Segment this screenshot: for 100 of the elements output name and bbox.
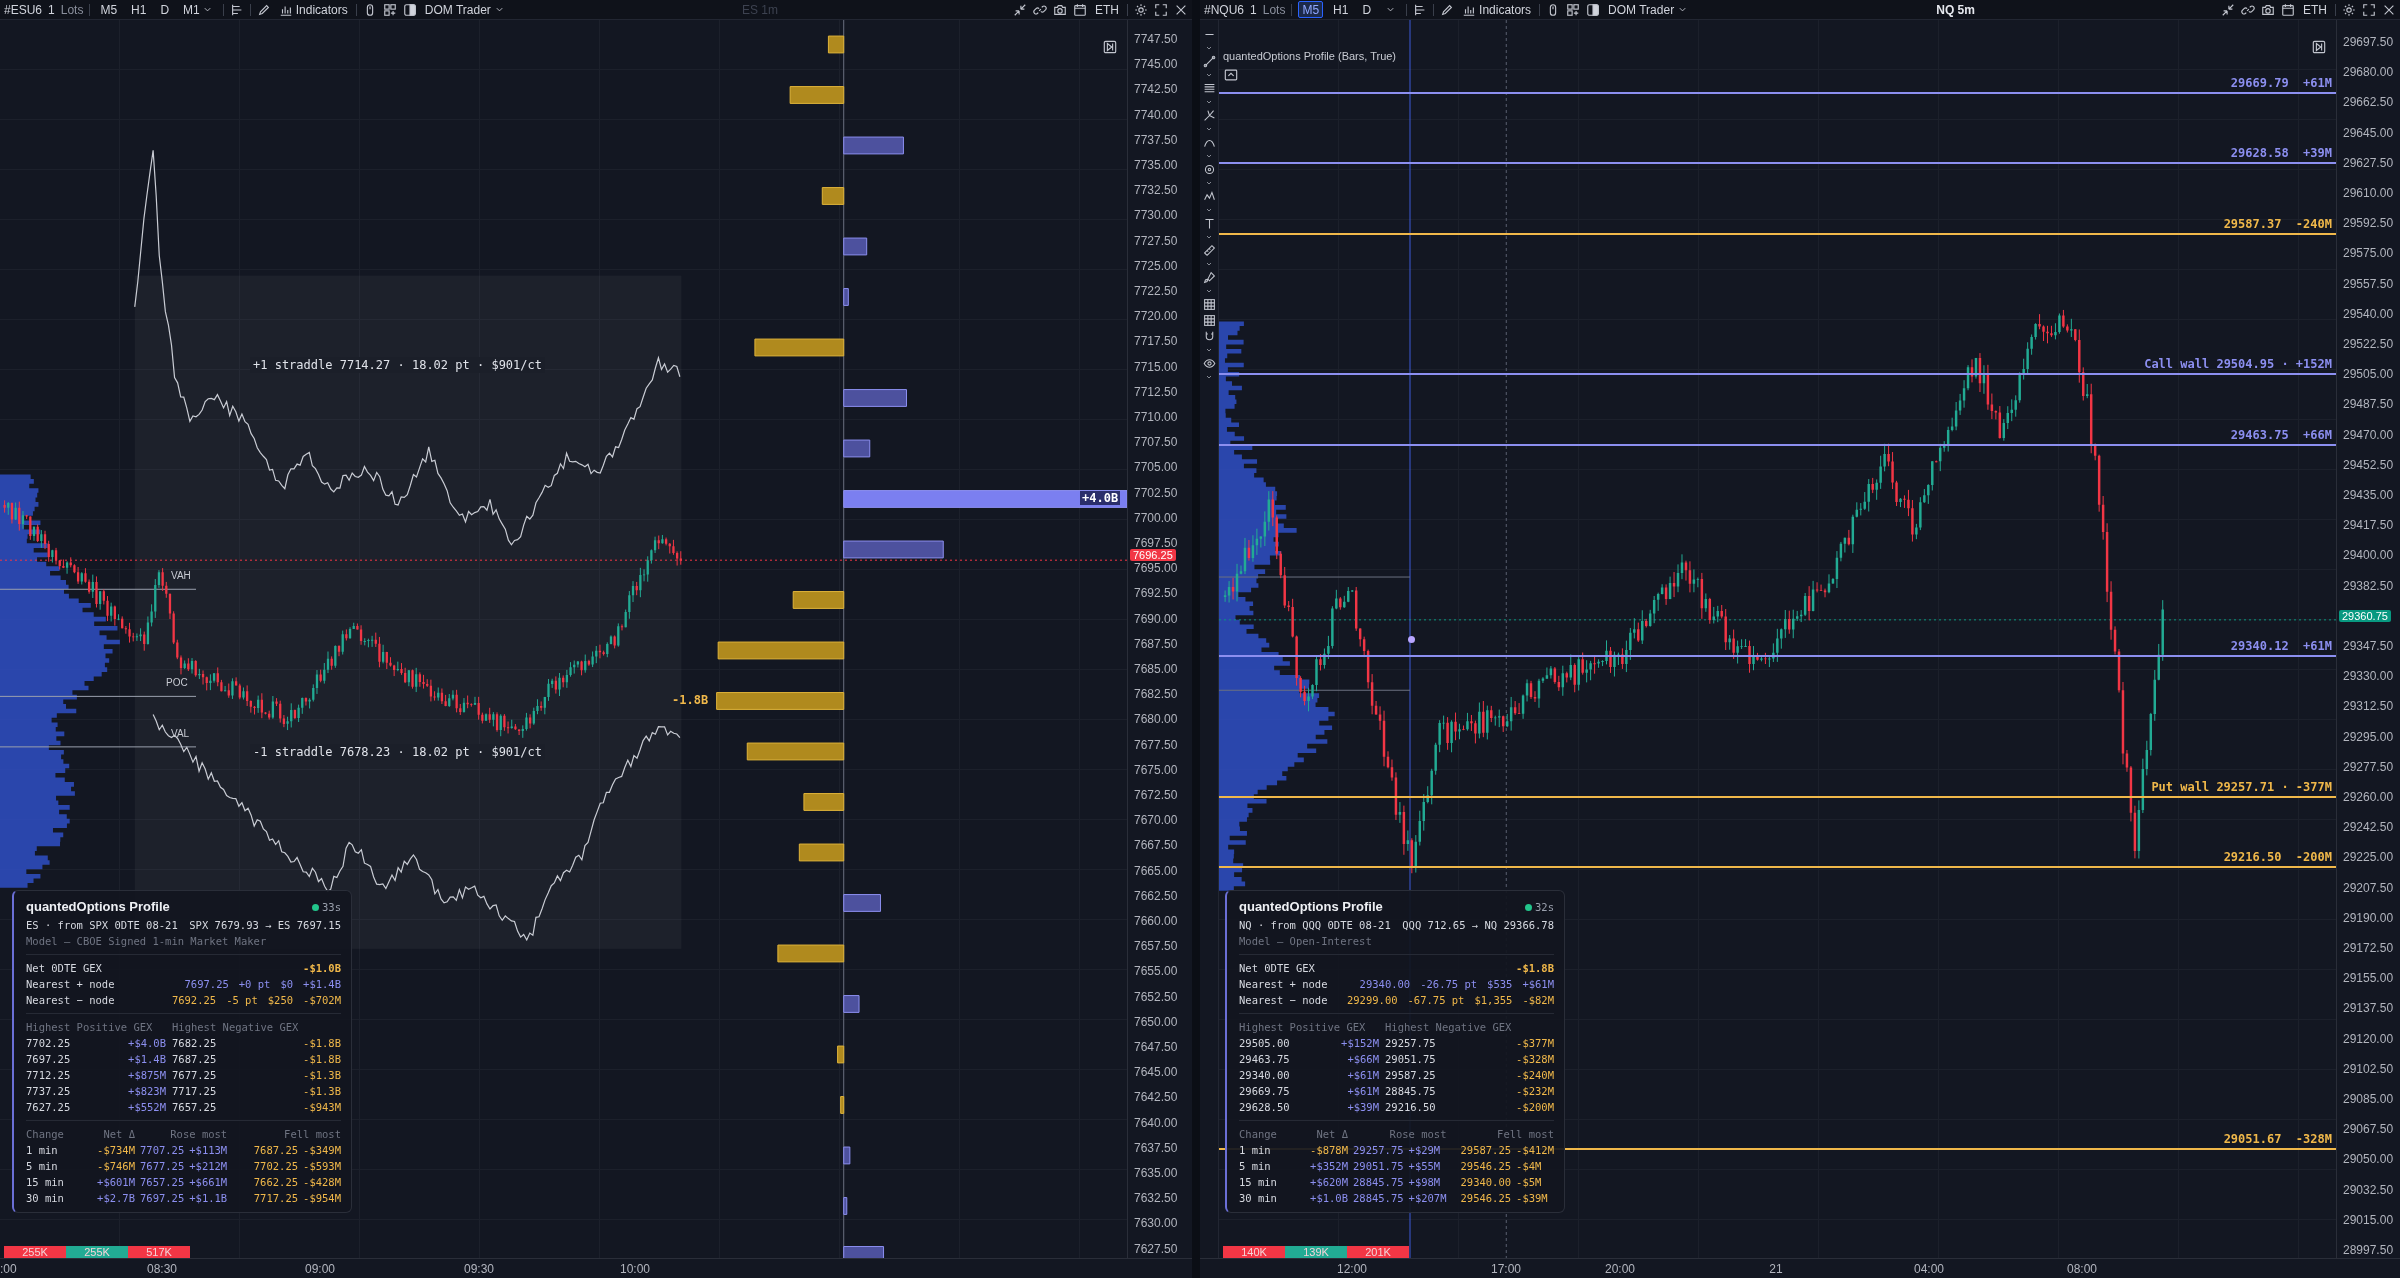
table-cell-text: 7702.25 (252, 1159, 299, 1174)
price-label: 7685.00 (1134, 662, 1178, 676)
eye-icon[interactable] (1202, 357, 1216, 370)
table-cell-text: -$1.3B (302, 1084, 341, 1099)
caret-icon[interactable] (1205, 206, 1213, 214)
table-cell-text: -$878M (1309, 1143, 1348, 1158)
table-cell-text: +$66M (1346, 1052, 1379, 1067)
table-cell-text: 28845.75 (1385, 1084, 1437, 1099)
table-cell-text: -$5M (1516, 1175, 1543, 1190)
time-label: 21 (1769, 1262, 1783, 1276)
price-label: 29225.00 (2343, 850, 2394, 865)
price-label: 7690.00 (1134, 611, 1178, 626)
anchor-dot[interactable] (1408, 636, 1415, 643)
caret-icon[interactable] (1205, 44, 1213, 52)
session-button[interactable]: ETH (1093, 2, 1121, 17)
price-label: 29190.00 (2343, 910, 2394, 925)
refresh-age: 33s (322, 900, 341, 915)
lot-quantity[interactable]: 1 (1250, 2, 1257, 17)
price-label: 29505.00 (2343, 367, 2394, 382)
volume-bar: 140K (1223, 1246, 1285, 1258)
caret-icon[interactable] (1205, 125, 1213, 133)
grid-icon[interactable] (1202, 298, 1216, 311)
expand-icon[interactable] (1154, 2, 1168, 17)
indicators-button[interactable]: Indicators (1460, 2, 1534, 17)
table-cell-text: 29505.00 (1239, 1036, 1291, 1051)
symbol-label[interactable]: #ESU6 (4, 2, 43, 17)
caret-icon[interactable] (1205, 287, 1213, 295)
parallel-lines-icon[interactable] (1202, 82, 1216, 95)
brush-icon[interactable] (1202, 271, 1216, 284)
pencil-icon[interactable] (1440, 2, 1455, 17)
table-cell-text: 7712.25 (26, 1068, 72, 1083)
conversion-text: QQQ 712.65 → NQ 29366.78 (1402, 918, 1554, 933)
model-text: Model — CBOE Signed 1-min Market Maker (26, 934, 268, 949)
caret-icon[interactable] (1205, 233, 1213, 241)
calendar-icon[interactable] (1073, 2, 1087, 17)
timeframe-menu[interactable]: M1 (179, 1, 217, 18)
timeframe-button[interactable]: M5 (96, 1, 122, 18)
lot-quantity[interactable]: 1 (48, 2, 55, 17)
trend-line-icon[interactable] (1202, 55, 1216, 68)
ruler-icon[interactable] (1202, 244, 1216, 257)
camera-icon[interactable] (2261, 2, 2275, 17)
timeframe-button[interactable]: D (156, 1, 174, 18)
caret-icon[interactable] (1205, 98, 1213, 106)
timeframe-button[interactable]: H1 (127, 1, 151, 18)
symbol-label[interactable]: #NQU6 (1204, 2, 1244, 17)
price-label: 29277.50 (2343, 759, 2394, 774)
zigzag-icon[interactable] (1202, 190, 1216, 203)
caret-icon[interactable] (1205, 179, 1213, 187)
caret-icon[interactable] (1205, 260, 1213, 268)
collapse-icon[interactable] (1223, 68, 1239, 82)
grid-icon[interactable] (1202, 314, 1216, 327)
table-cell-text: +$113M (189, 1143, 228, 1158)
align-left-icon[interactable] (229, 2, 244, 17)
arrows-inward-icon[interactable] (1013, 2, 1027, 17)
table-cell-text: 28845.75 (1353, 1191, 1404, 1206)
gex-value-label: -1.8B (672, 693, 709, 707)
indicators-button[interactable]: Indicators (276, 2, 350, 17)
price-label: 7645.00 (1134, 1065, 1178, 1080)
straddle-label: +1 straddle 7714.27 · 18.02 pt · $901/ct (250, 357, 545, 373)
column-header: Net Δ (102, 1127, 135, 1142)
half-square-icon[interactable] (402, 2, 417, 17)
half-square-icon[interactable] (1586, 2, 1601, 17)
dom-trader-button[interactable]: DOM Trader (1606, 2, 1691, 17)
timeframe-button[interactable]: H1 (1329, 1, 1353, 18)
node-gex: +$61M (1522, 977, 1554, 992)
settings-icon[interactable] (1134, 2, 1148, 17)
table-cell-text: 28845.75 (1353, 1175, 1404, 1190)
table-cell-text: 29669.75 (1239, 1084, 1291, 1099)
circle-icon[interactable] (1202, 163, 1216, 176)
fork-icon[interactable] (1202, 109, 1216, 122)
timeframe-button[interactable]: D (1358, 1, 1376, 18)
grid-plus-icon[interactable] (1566, 2, 1581, 17)
indicator-label[interactable]: quantedOptions Profile (Bars, True) (1223, 50, 1397, 62)
camera-icon[interactable] (1053, 2, 1067, 17)
table-cell-text: +$552M (127, 1100, 166, 1115)
text-tool-icon[interactable] (1202, 217, 1216, 230)
caret-icon[interactable] (1205, 373, 1213, 381)
pencil-icon[interactable] (256, 2, 271, 17)
session-button[interactable]: ETH (2301, 2, 2329, 17)
timeframe-button[interactable]: M5 (1298, 1, 1324, 18)
level-label: 29340.12 +61M (2230, 639, 2332, 654)
settings-icon[interactable] (2342, 2, 2356, 17)
skip-forward-icon[interactable] (2312, 40, 2326, 54)
caret-icon[interactable] (1205, 346, 1213, 354)
calendar-icon[interactable] (2281, 2, 2295, 17)
price-label: 7722.50 (1134, 284, 1178, 298)
dom-trader-button[interactable]: DOM Trader (422, 2, 507, 17)
net-gex-value: -$1.0B (303, 961, 341, 976)
caret-icon[interactable] (1205, 152, 1213, 160)
link-icon[interactable] (2241, 2, 2255, 17)
gex-bar (843, 136, 904, 155)
time-label: 10:00 (620, 1262, 650, 1276)
grid-plus-icon[interactable] (382, 2, 397, 17)
link-icon[interactable] (1033, 2, 1047, 17)
arrows-inward-icon[interactable] (2221, 2, 2235, 17)
node-gex: -$82M (1522, 993, 1554, 1008)
caret-icon[interactable] (1205, 71, 1213, 79)
skip-forward-icon[interactable] (1103, 40, 1117, 54)
price-label: 7735.00 (1134, 158, 1178, 172)
expand-icon[interactable] (2362, 2, 2376, 17)
